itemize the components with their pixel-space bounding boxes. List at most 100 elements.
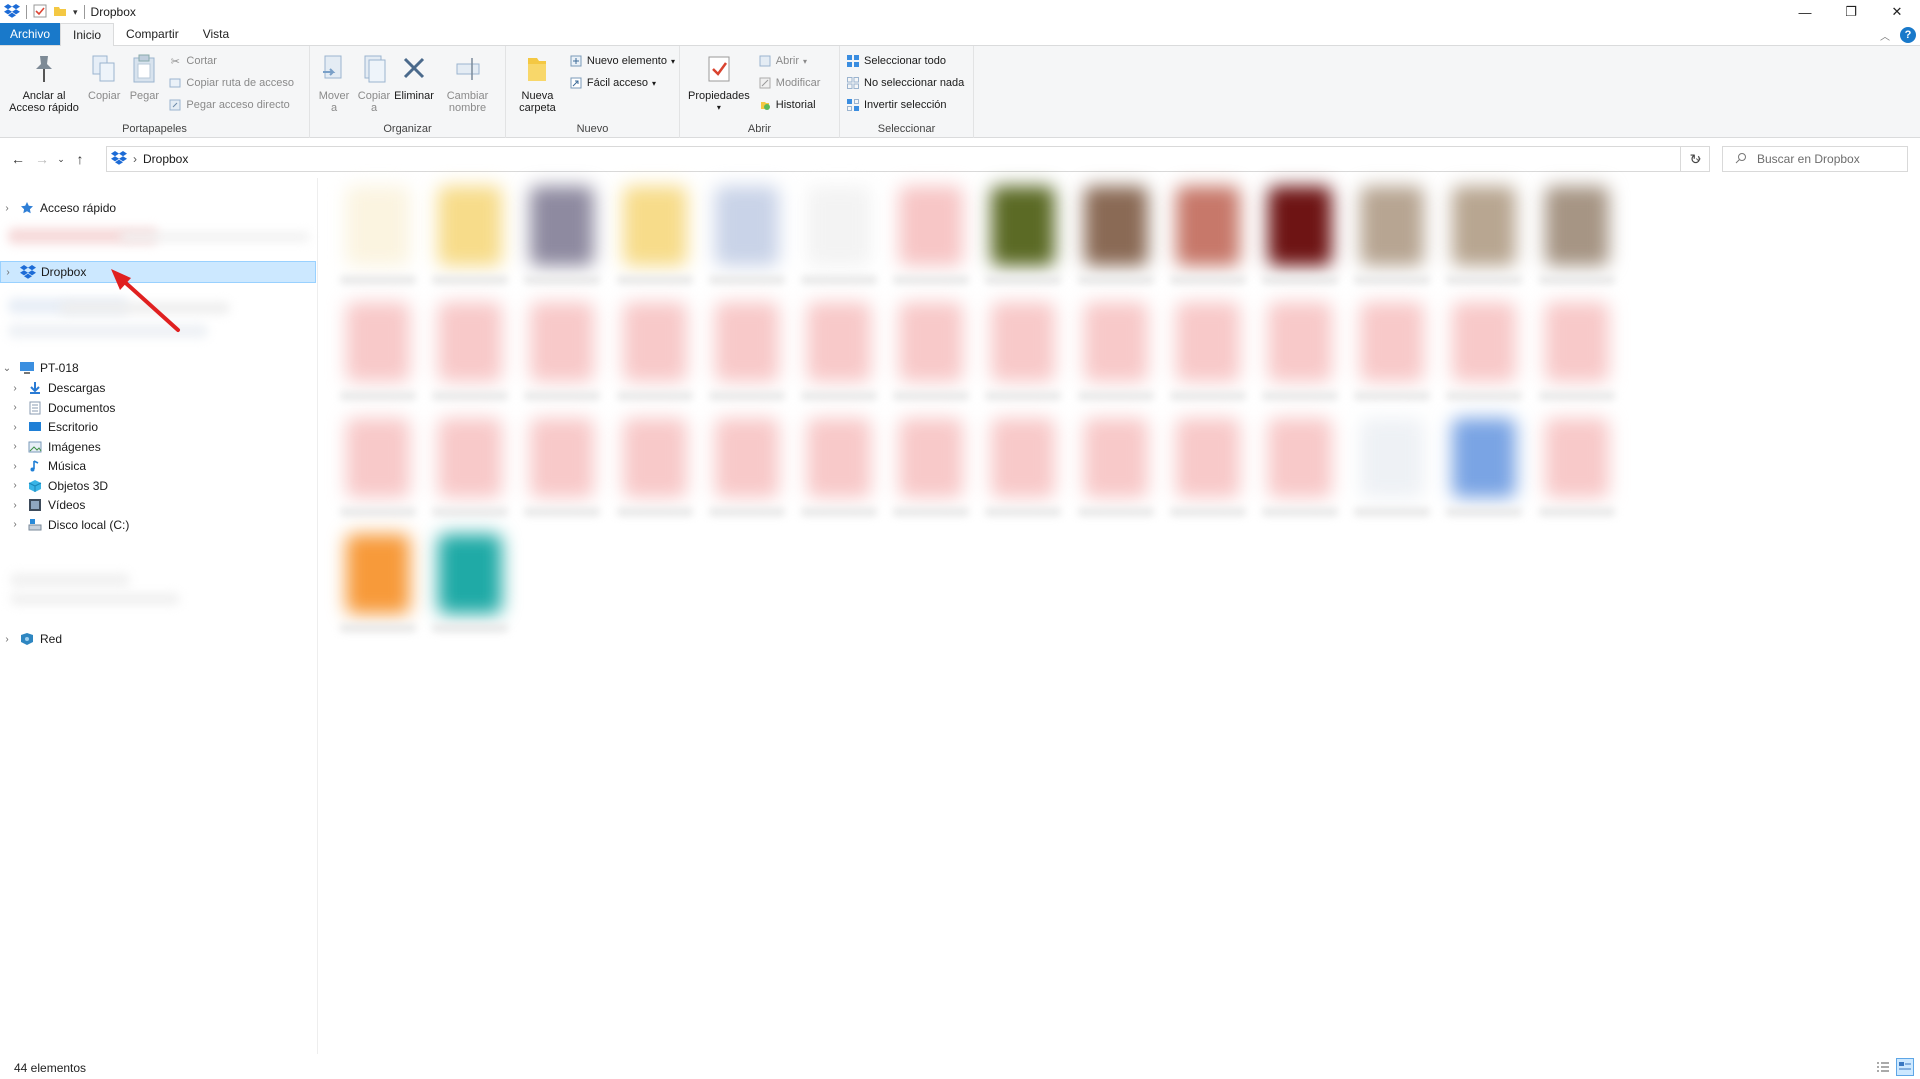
file-item[interactable] [885, 176, 975, 296]
recent-locations-button[interactable]: ⌄ [54, 147, 68, 171]
file-item[interactable] [793, 292, 883, 412]
rename-button[interactable]: Cambiar nombre [434, 50, 501, 116]
history-button[interactable]: Historial [758, 96, 821, 114]
breadcrumb-chevron-icon[interactable]: › [133, 152, 137, 166]
select-none-button[interactable]: No seleccionar nada [846, 74, 964, 92]
expand-chevron-icon[interactable]: › [8, 500, 22, 511]
copy-button[interactable]: Copiar [84, 50, 124, 104]
expand-chevron-icon[interactable]: › [1, 267, 15, 278]
file-item[interactable] [701, 292, 791, 412]
file-item[interactable] [1070, 176, 1160, 296]
delete-button[interactable]: Eliminar [394, 50, 434, 104]
file-item[interactable] [1254, 408, 1344, 528]
file-item[interactable] [332, 524, 422, 644]
tab-share[interactable]: Compartir [114, 23, 191, 45]
breadcrumb-dropbox[interactable]: Dropbox [143, 152, 188, 166]
file-item[interactable] [609, 408, 699, 528]
file-item[interactable] [1346, 292, 1436, 412]
copy-to-button[interactable]: Copiar a [354, 50, 394, 116]
collapse-chevron-icon[interactable]: ⌄ [0, 363, 14, 374]
search-box[interactable]: Buscar en Dropbox [1722, 146, 1908, 172]
file-item[interactable] [424, 292, 514, 412]
file-item[interactable] [701, 408, 791, 528]
file-item[interactable] [1531, 176, 1621, 296]
file-item[interactable] [1438, 408, 1528, 528]
tab-file[interactable]: Archivo [0, 23, 61, 45]
file-item[interactable] [1438, 176, 1528, 296]
tab-view[interactable]: Vista [191, 23, 241, 45]
file-item[interactable] [1070, 292, 1160, 412]
tree-item-this-pc[interactable]: ⌄ PT-018 [0, 357, 316, 379]
invert-selection-button[interactable]: Invertir selección [846, 96, 964, 114]
file-item[interactable] [516, 176, 606, 296]
file-item[interactable] [332, 408, 422, 528]
expand-chevron-icon[interactable]: › [8, 441, 22, 452]
new-item-button[interactable]: Nuevo elemento ▾ [569, 52, 675, 70]
file-item[interactable] [1162, 408, 1252, 528]
file-item[interactable] [516, 292, 606, 412]
file-item[interactable] [332, 176, 422, 296]
details-view-button[interactable] [1874, 1058, 1892, 1076]
select-all-button[interactable]: Seleccionar todo [846, 52, 964, 70]
file-item[interactable] [977, 176, 1067, 296]
file-item[interactable] [885, 408, 975, 528]
file-item[interactable] [1162, 176, 1252, 296]
tree-item-quick-access[interactable]: › Acceso rápido [0, 197, 316, 219]
properties-button[interactable]: Propiedades ▾ [684, 50, 754, 116]
cut-button[interactable]: ✂ Cortar [168, 52, 294, 70]
customize-toolbar-icon[interactable]: ▾ [73, 7, 78, 18]
tree-item-dropbox[interactable]: › Dropbox [0, 261, 316, 283]
refresh-button[interactable]: ↻ [1680, 146, 1710, 172]
collapse-ribbon-icon[interactable]: ︿ [1880, 28, 1890, 43]
copy-path-button[interactable]: Copiar ruta de acceso [168, 74, 294, 92]
file-item[interactable] [1162, 292, 1252, 412]
file-item[interactable] [793, 176, 883, 296]
file-item[interactable] [1346, 408, 1436, 528]
properties-quick-icon[interactable] [33, 4, 47, 21]
file-item[interactable] [516, 408, 606, 528]
expand-chevron-icon[interactable]: › [0, 203, 14, 214]
file-item[interactable] [609, 292, 699, 412]
expand-chevron-icon[interactable]: › [8, 480, 22, 491]
close-button[interactable]: ✕ [1874, 0, 1920, 24]
file-item[interactable] [1531, 408, 1621, 528]
help-icon[interactable]: ? [1900, 27, 1916, 43]
file-item[interactable] [977, 408, 1067, 528]
file-item[interactable] [1254, 292, 1344, 412]
expand-chevron-icon[interactable]: › [8, 402, 22, 413]
file-item[interactable] [977, 292, 1067, 412]
file-item[interactable] [332, 292, 422, 412]
expand-chevron-icon[interactable]: › [8, 422, 22, 433]
minimize-button[interactable]: — [1782, 0, 1828, 24]
new-folder-button[interactable]: Nueva carpeta [510, 50, 565, 116]
file-item[interactable] [885, 292, 975, 412]
file-item[interactable] [609, 176, 699, 296]
edit-button[interactable]: Modificar [758, 74, 820, 92]
tree-item-network[interactable]: › Red [0, 628, 316, 650]
expand-chevron-icon[interactable]: › [0, 634, 14, 645]
pin-quick-access-button[interactable]: Anclar al Acceso rápido [4, 50, 84, 116]
expand-chevron-icon[interactable]: › [8, 383, 22, 394]
tree-item-local-disk[interactable]: › Disco local (C:) [0, 514, 316, 536]
paste-button[interactable]: Pegar [124, 50, 164, 104]
file-item[interactable] [793, 408, 883, 528]
up-button[interactable]: ↑ [68, 147, 92, 171]
file-item[interactable] [1254, 176, 1344, 296]
file-item[interactable] [424, 176, 514, 296]
file-item[interactable] [701, 176, 791, 296]
paste-shortcut-button[interactable]: Pegar acceso directo [168, 96, 294, 114]
file-item[interactable] [424, 524, 514, 644]
tab-home[interactable]: Inicio [60, 23, 115, 46]
file-item[interactable] [1070, 408, 1160, 528]
expand-chevron-icon[interactable]: › [8, 461, 22, 472]
file-item[interactable] [1531, 292, 1621, 412]
open-button[interactable]: Abrir ▾ [758, 52, 821, 70]
forward-button[interactable]: → [30, 147, 54, 171]
file-item[interactable] [1438, 292, 1528, 412]
back-button[interactable]: ← [6, 147, 30, 171]
file-item[interactable] [1346, 176, 1436, 296]
move-to-button[interactable]: Mover a [314, 50, 354, 116]
large-icons-view-button[interactable] [1896, 1058, 1914, 1076]
expand-chevron-icon[interactable]: › [8, 519, 22, 530]
address-bar[interactable]: › Dropbox ⌄ [106, 146, 1710, 172]
